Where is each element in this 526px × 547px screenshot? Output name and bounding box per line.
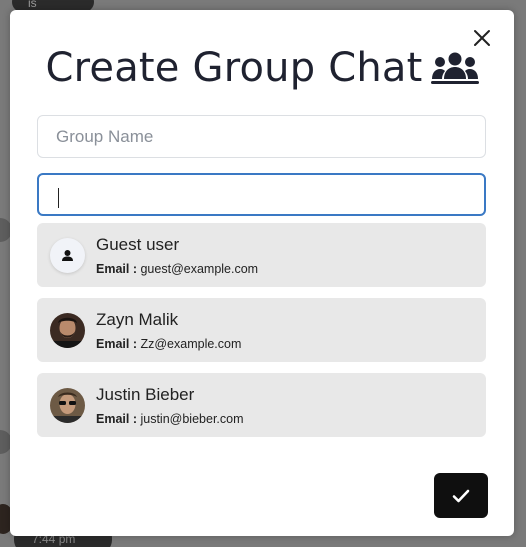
email-label: Email : <box>96 412 137 426</box>
user-search-results: Guest user Email : guest@example.com Zay… <box>37 223 486 448</box>
modal-title: Create Group Chat <box>45 45 423 91</box>
user-list-item[interactable]: Guest user Email : guest@example.com <box>37 223 486 287</box>
text-cursor <box>58 188 59 208</box>
user-name: Guest user <box>96 235 180 254</box>
user-email: Zz@example.com <box>140 337 242 351</box>
user-email: justin@bieber.com <box>140 412 244 426</box>
user-photo <box>50 388 85 423</box>
user-name: Zayn Malik <box>96 310 179 329</box>
user-email-row: Email : Zz@example.com <box>96 337 241 351</box>
user-photo <box>50 313 85 348</box>
add-users-search-input[interactable] <box>37 173 486 216</box>
users-icon <box>430 52 479 84</box>
modal-header: Create Group Chat <box>10 38 514 98</box>
create-group-chat-modal: Create Group Chat Guest user Email : <box>10 10 514 536</box>
user-icon <box>62 250 73 261</box>
avatar <box>50 313 85 348</box>
group-name-input[interactable] <box>37 115 486 158</box>
background-message-text: is <box>28 0 37 10</box>
check-icon <box>452 489 470 502</box>
create-chat-button[interactable] <box>434 473 488 518</box>
avatar <box>50 238 85 273</box>
email-label: Email : <box>96 337 137 351</box>
user-name: Justin Bieber <box>96 385 195 404</box>
user-email-row: Email : guest@example.com <box>96 262 258 276</box>
user-email-row: Email : justin@bieber.com <box>96 412 244 426</box>
user-email: guest@example.com <box>140 262 259 276</box>
user-list-item[interactable]: Justin Bieber Email : justin@bieber.com <box>37 373 486 437</box>
user-list-item[interactable]: Zayn Malik Email : Zz@example.com <box>37 298 486 362</box>
avatar <box>50 388 85 423</box>
email-label: Email : <box>96 262 137 276</box>
